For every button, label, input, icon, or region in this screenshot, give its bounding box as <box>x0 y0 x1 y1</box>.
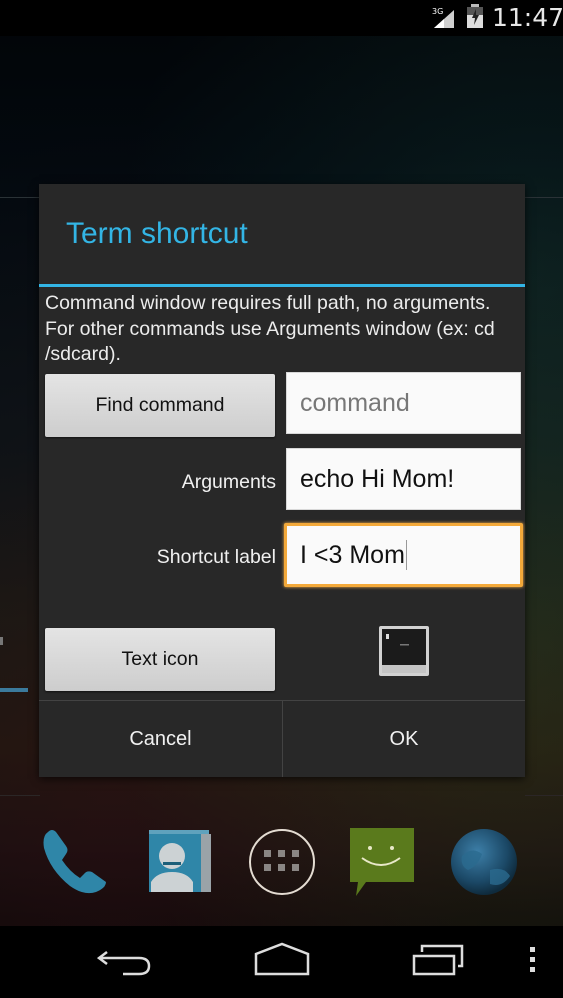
shortcut-label-value: I <3 Mom <box>300 540 405 569</box>
shortcut-label-label: Shortcut label <box>156 546 276 568</box>
dock-divider <box>525 795 563 796</box>
browser-icon[interactable] <box>448 826 520 898</box>
terminal-icon[interactable] <box>378 625 430 677</box>
home-icon[interactable] <box>252 942 312 976</box>
dock-divider <box>0 795 40 796</box>
command-input[interactable]: command <box>286 372 521 434</box>
clock: 11:47 <box>492 3 563 32</box>
find-command-label: Find command <box>95 394 225 416</box>
overflow-menu-icon[interactable] <box>528 945 538 975</box>
ok-button[interactable]: OK <box>283 701 525 777</box>
text-icon-label: Text icon <box>121 648 199 670</box>
dialog-title: Term shortcut <box>66 217 248 250</box>
messaging-icon[interactable] <box>346 826 418 898</box>
widget-fragment <box>0 637 3 645</box>
term-shortcut-dialog: Term shortcut Command window requires fu… <box>39 184 525 777</box>
battery-charging-icon <box>467 4 483 28</box>
find-command-button[interactable]: Find command <box>45 374 275 437</box>
cancel-button[interactable]: Cancel <box>39 701 282 777</box>
command-placeholder: command <box>300 388 410 417</box>
page-indicator <box>0 688 28 692</box>
title-divider <box>39 284 525 287</box>
cancel-label: Cancel <box>129 727 192 750</box>
back-icon[interactable] <box>97 946 153 978</box>
text-cursor <box>405 540 407 570</box>
shortcut-label-input[interactable]: I <3 Mom <box>284 523 523 587</box>
status-bar: 3G 11:47 <box>0 0 563 36</box>
signal-icon: 3G <box>432 7 454 28</box>
ok-label: OK <box>389 727 419 750</box>
contacts-icon[interactable] <box>145 826 217 898</box>
navigation-bar <box>0 926 563 998</box>
dialog-description: Command window requires full path, no ar… <box>45 292 495 365</box>
recent-apps-icon[interactable] <box>410 942 466 976</box>
workspace-edge <box>0 197 40 198</box>
phone-icon[interactable] <box>40 826 112 898</box>
network-type: 3G <box>432 7 443 16</box>
all-apps-icon[interactable] <box>246 826 318 898</box>
workspace-edge <box>525 197 563 198</box>
text-icon-button[interactable]: Text icon <box>45 628 275 691</box>
arguments-value: echo Hi Mom! <box>300 464 455 493</box>
arguments-input[interactable]: echo Hi Mom! <box>286 448 521 510</box>
arguments-label: Arguments <box>181 471 276 493</box>
